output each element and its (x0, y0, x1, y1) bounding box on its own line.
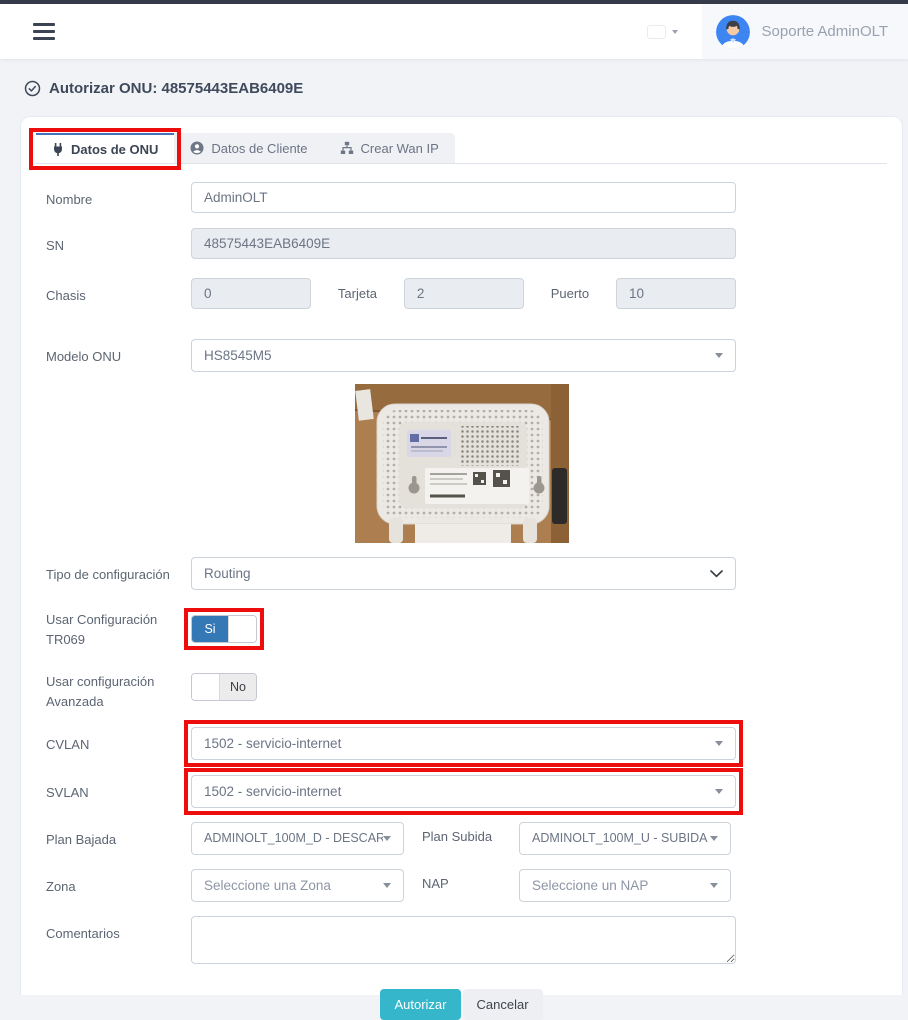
app-header: Soporte AdminOLT (0, 4, 908, 59)
plan-bajada-value: ADMINOLT_100M_D - DESCARGA (204, 831, 383, 845)
sn-label: SN (36, 228, 191, 259)
caret-down-icon (715, 789, 723, 794)
tab-label: Crear Wan IP (361, 141, 439, 156)
tab-label: Datos de ONU (71, 142, 158, 157)
zona-select[interactable]: Seleccione una Zona (191, 869, 404, 902)
cvlan-label: CVLAN (36, 727, 191, 760)
onu-device-photo (355, 384, 569, 543)
nap-label: NAP (404, 869, 519, 891)
toggle-handle (228, 616, 256, 642)
menu-icon[interactable] (33, 19, 55, 44)
cvlan-value: 1502 - servicio-internet (204, 736, 341, 751)
chasis-label: Chasis (36, 278, 191, 309)
user-circle-icon (190, 141, 204, 155)
svlan-select[interactable]: 1502 - servicio-internet (191, 775, 736, 808)
tab-datos-de-cliente[interactable]: Datos de Cliente (174, 133, 323, 163)
user-menu[interactable]: Soporte AdminOLT (702, 4, 908, 59)
tarjeta-input (404, 278, 524, 309)
avanzada-toggle[interactable]: No (191, 673, 257, 701)
plan-subida-label: Plan Subida (404, 822, 519, 844)
autorizar-button[interactable]: Autorizar (380, 989, 460, 1020)
chasis-input (191, 278, 311, 309)
svlan-value: 1502 - servicio-internet (204, 784, 341, 799)
plan-subida-select[interactable]: ADMINOLT_100M_U - SUBIDA (519, 822, 731, 855)
plan-bajada-select[interactable]: ADMINOLT_100M_D - DESCARGA (191, 822, 404, 855)
plug-icon (52, 143, 64, 156)
authorize-onu-card: Datos de ONU Datos de Cliente Crear Wan … (20, 116, 903, 995)
comentarios-label: Comentarios (36, 916, 191, 969)
sn-input (191, 228, 736, 259)
caret-down-icon (715, 353, 723, 358)
caret-down-icon (383, 836, 391, 841)
avanzada-label: Usar configuración Avanzada (36, 664, 191, 712)
avatar (716, 15, 750, 49)
modelo-onu-value: HS8545M5 (204, 348, 272, 363)
check-circle-icon (24, 80, 41, 97)
sitemap-icon (340, 141, 354, 155)
plan-subida-value: ADMINOLT_100M_U - SUBIDA (532, 831, 708, 845)
tr069-toggle-value: Si (192, 616, 228, 642)
puerto-input (616, 278, 736, 309)
tr069-toggle[interactable]: Si (191, 615, 257, 643)
tab-label: Datos de Cliente (211, 141, 307, 156)
caret-down-icon (383, 883, 391, 888)
spain-flag-icon (648, 26, 665, 38)
caret-down-icon (710, 836, 718, 841)
caret-down-icon (710, 883, 718, 888)
tipo-configuracion-value: Routing (204, 566, 251, 581)
tab-crear-wan-ip[interactable]: Crear Wan IP (324, 133, 455, 163)
cvlan-select[interactable]: 1502 - servicio-internet (191, 727, 736, 760)
modelo-onu-label: Modelo ONU (36, 339, 191, 372)
caret-down-icon (715, 741, 723, 746)
nombre-label: Nombre (36, 182, 191, 213)
tipo-configuracion-label: Tipo de configuración (36, 557, 191, 590)
user-name: Soporte AdminOLT (762, 23, 888, 40)
nap-placeholder: Seleccione un NAP (532, 878, 648, 893)
language-dropdown[interactable] (648, 26, 678, 38)
chevron-down-icon (710, 570, 723, 578)
caret-down-icon (672, 30, 678, 34)
tarjeta-label: Tarjeta (338, 286, 377, 301)
page-title: Autorizar ONU: 48575443EAB6409E (0, 59, 908, 116)
tipo-configuracion-select[interactable]: Routing (191, 557, 736, 590)
avanzada-toggle-value: No (220, 674, 256, 700)
tr069-label: Usar Configuración TR069 (36, 602, 191, 650)
tab-bar: Datos de ONU Datos de Cliente Crear Wan … (36, 133, 887, 164)
modelo-onu-select[interactable]: HS8545M5 (191, 339, 736, 372)
tab-datos-de-onu[interactable]: Datos de ONU (36, 133, 174, 163)
zona-label: Zona (36, 869, 191, 902)
nombre-input[interactable] (191, 182, 736, 213)
nap-select[interactable]: Seleccione un NAP (519, 869, 731, 902)
cancelar-button[interactable]: Cancelar (463, 989, 543, 1020)
plan-bajada-label: Plan Bajada (36, 822, 191, 855)
comentarios-textarea[interactable] (191, 916, 736, 964)
page-title-text: Autorizar ONU: 48575443EAB6409E (49, 80, 303, 97)
svlan-label: SVLAN (36, 775, 191, 808)
toggle-handle (192, 674, 220, 700)
puerto-label: Puerto (551, 286, 589, 301)
zona-placeholder: Seleccione una Zona (204, 878, 331, 893)
